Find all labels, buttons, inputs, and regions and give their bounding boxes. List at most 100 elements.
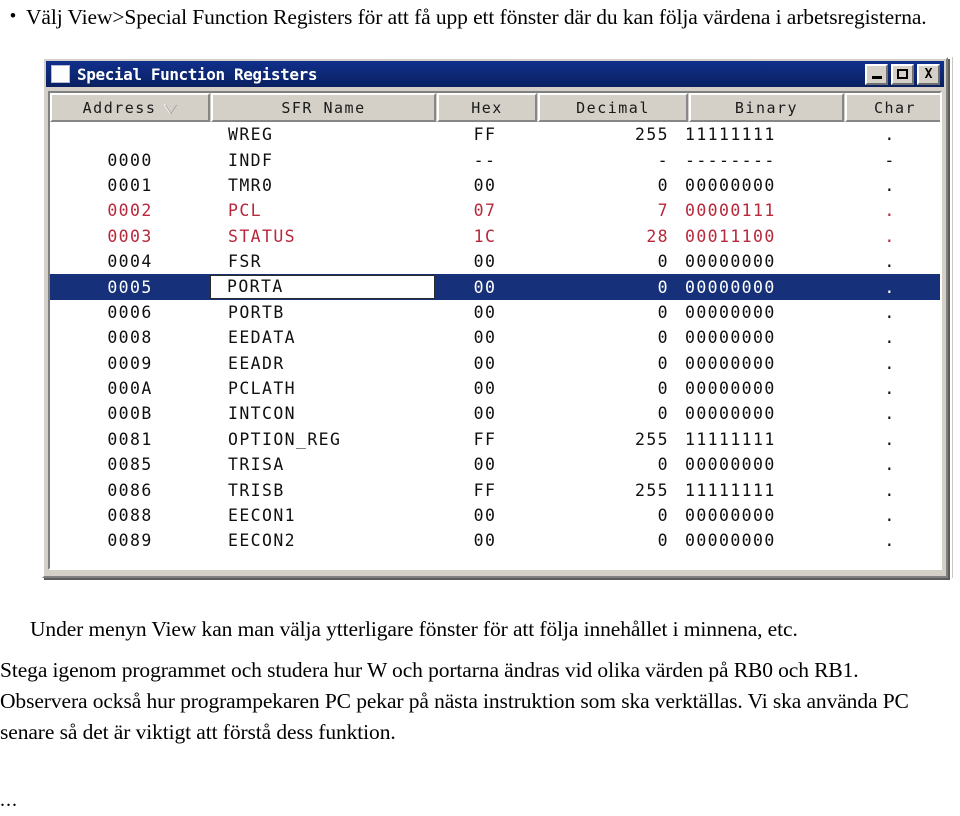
cell-hex: 00 — [473, 328, 497, 348]
cell-hex: 00 — [473, 302, 497, 322]
table-row[interactable]: 0006 PORTB 00 0 00000000. — [50, 300, 940, 325]
table-row[interactable]: 0086 TRISB FF 255 11111111. — [50, 477, 940, 502]
table-row[interactable]: 0000 INDF -- - -------- - — [50, 147, 940, 172]
cell-address: 0002 — [107, 201, 153, 221]
cell-hex: -- — [473, 150, 497, 170]
table-row[interactable]: 0009 EEADR 00 0 00000000. — [50, 351, 940, 376]
cell-decimal: 0 — [657, 328, 669, 348]
table-row[interactable]: 0001 TMR0 00 0 00000000. — [50, 173, 940, 198]
maximize-button[interactable] — [891, 63, 914, 85]
table-row[interactable]: 0085 TRISA 00 0 00000000. — [50, 452, 940, 477]
column-header-char[interactable]: Char — [845, 93, 940, 122]
cell-decimal: 0 — [657, 506, 669, 526]
cell-binary: 00000000 — [685, 531, 776, 551]
table-row[interactable]: 0002 PCL 07 7 00000111. — [50, 198, 940, 223]
cell-decimal: 0 — [657, 302, 669, 322]
table-row[interactable]: 0004 FSR 00 0 00000000. — [50, 249, 940, 274]
cell-sfr-name: EEADR — [228, 353, 285, 373]
cell-address: 0005 — [107, 277, 153, 297]
special-function-registers-window: Special Function Registers X Address SFR… — [42, 57, 948, 578]
cell-sfr-name: STATUS — [228, 226, 297, 246]
minimize-button[interactable] — [865, 63, 888, 85]
cell-char: . — [884, 455, 896, 475]
table-row[interactable]: 000B INTCON 00 0 00000000. — [50, 401, 940, 426]
table-body: WREG FF 255 11111111. 0000 INDF -- - -------- -00… — [50, 122, 940, 568]
table-row[interactable]: 0081 OPTION_REG FF 255 11111111. — [50, 427, 940, 452]
window-titlebar[interactable]: Special Function Registers X — [46, 61, 944, 87]
cell-char: . — [884, 226, 896, 246]
cell-char: . — [884, 125, 896, 145]
cell-sfr-name: EEDATA — [228, 328, 297, 348]
table-row[interactable]: 000A PCLATH 00 0 00000000. — [50, 376, 940, 401]
cell-char: . — [884, 429, 896, 449]
cell-address: 000B — [107, 404, 153, 424]
cell-hex: 00 — [473, 252, 497, 272]
column-header-address-label: Address — [82, 98, 157, 117]
paragraph-under-menyn: Under menyn View kan man välja ytterliga… — [30, 617, 798, 641]
table-row[interactable]: 0003 STATUS 1C 28 00011100. — [50, 224, 940, 249]
table-row[interactable]: 0008 EEDATA 00 0 00000000. — [50, 325, 940, 350]
page-right-edge-line — [952, 57, 953, 578]
column-header-sfr-name-label: SFR Name — [281, 98, 366, 117]
cell-address: 0008 — [107, 328, 153, 348]
cell-char: . — [884, 353, 896, 373]
cell-binary: 00011100 — [685, 226, 776, 246]
column-header-decimal-label: Decimal — [576, 98, 650, 117]
cell-char: . — [884, 302, 896, 322]
table-row[interactable]: 0088 EECON1 00 0 00000000. — [50, 503, 940, 528]
column-header-address[interactable]: Address — [50, 93, 210, 122]
cell-address: 0089 — [107, 531, 153, 551]
cell-hex: 00 — [473, 506, 497, 526]
cell-decimal: 0 — [657, 175, 669, 195]
close-icon: X — [924, 66, 933, 82]
cell-address: 0009 — [107, 353, 153, 373]
cell-sfr-name: PCLATH — [228, 379, 297, 399]
table-row[interactable]: 0089 EECON2 00 0 00000000. — [50, 528, 940, 553]
cell-decimal: - — [657, 150, 669, 170]
cell-binary: 00000000 — [685, 252, 776, 272]
maximize-icon — [897, 69, 908, 79]
cell-sfr-name: PCL — [228, 201, 263, 221]
cell-address: 0003 — [107, 226, 153, 246]
cell-char: . — [884, 277, 896, 297]
column-header-sfr-name[interactable]: SFR Name — [211, 93, 436, 122]
paragraph-ellipsis: ... — [0, 789, 18, 811]
column-header-binary[interactable]: Binary — [689, 93, 844, 122]
cell-binary: 00000000 — [685, 379, 776, 399]
cell-decimal: 255 — [634, 429, 669, 449]
cell-sfr-name: EECON1 — [228, 506, 297, 526]
cell-hex: FF — [473, 125, 497, 145]
cell-binary: 00000000 — [685, 328, 776, 348]
cell-hex: 00 — [473, 531, 497, 551]
cell-sfr-name: INDF — [228, 150, 274, 170]
cell-binary: 00000000 — [685, 277, 776, 297]
cell-char: . — [884, 506, 896, 526]
column-header-decimal[interactable]: Decimal — [538, 93, 688, 122]
cell-address: 000A — [107, 379, 153, 399]
cell-binary: 11111111 — [685, 125, 776, 145]
close-button[interactable]: X — [917, 63, 940, 85]
cell-sfr-name: EECON2 — [228, 531, 297, 551]
cell-char: - — [884, 150, 896, 170]
cell-binary: -------- — [685, 150, 776, 170]
table-row[interactable]: 0005 PORTA 00 0 00000000. — [50, 274, 940, 300]
bullet-paragraph-text: Välj View>Special Function Registers för… — [26, 5, 927, 29]
cell-address: 0086 — [107, 480, 153, 500]
bullet-paragraph-row: • Välj View>Special Function Registers f… — [0, 2, 950, 32]
table-row[interactable]: WREG FF 255 11111111. — [50, 122, 940, 147]
column-header-hex-label: Hex — [471, 98, 503, 117]
cell-address: 0000 — [107, 150, 153, 170]
cell-hex: 07 — [473, 201, 497, 221]
cell-hex: 00 — [473, 353, 497, 373]
cell-binary: 00000000 — [685, 404, 776, 424]
sfr-table: Address SFR Name Hex Decimal Binary Char… — [48, 91, 942, 570]
cell-sfr-name: OPTION_REG — [228, 429, 342, 449]
cell-char: . — [884, 404, 896, 424]
column-header-hex[interactable]: Hex — [437, 93, 537, 122]
cell-hex: FF — [473, 429, 497, 449]
cell-address: 0004 — [107, 252, 153, 272]
cell-address: 0006 — [107, 302, 153, 322]
cell-binary: 11111111 — [685, 480, 776, 500]
cell-sfr-name: TRISA — [228, 455, 285, 475]
cell-decimal: 7 — [657, 201, 669, 221]
